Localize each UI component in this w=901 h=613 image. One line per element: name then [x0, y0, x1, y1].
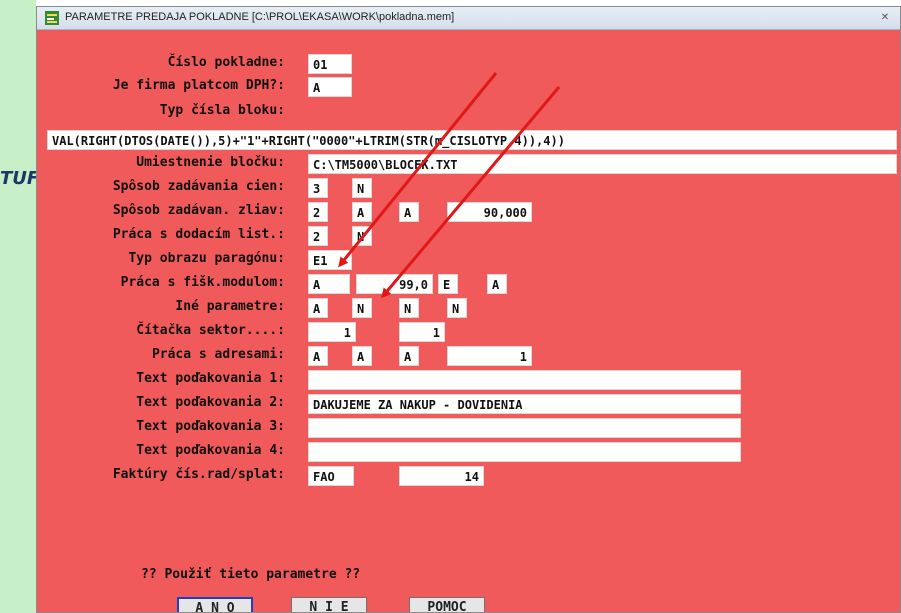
title-bar: PARAMETRE PREDAJA POKLADNE [C:\PROL\EKAS…: [37, 7, 900, 30]
label-adresy: Práca s adresami:: [151, 347, 285, 362]
ine-parametre-field-2[interactable]: N: [352, 298, 372, 318]
text-4-field[interactable]: [308, 442, 741, 462]
label-fisk-modul: Práca s fišk.modulom:: [120, 275, 285, 290]
adresy-field-4[interactable]: 1: [447, 346, 532, 366]
ine-parametre-field-3[interactable]: N: [399, 298, 419, 318]
sposob-cien-field-2[interactable]: N: [352, 178, 372, 198]
label-text-1: Text poďakovania 1:: [136, 371, 285, 386]
sposob-zliav-field-2[interactable]: A: [352, 202, 372, 222]
adresy-field-2[interactable]: A: [352, 346, 372, 366]
label-ine-parametre: Iné parametre:: [175, 299, 285, 314]
label-citacka: Čítačka sektor....:: [136, 323, 285, 338]
cislo-pokladne-field[interactable]: 01: [308, 54, 352, 74]
typ-obrazu-field[interactable]: E1: [308, 250, 352, 270]
sposob-zliav-field-3[interactable]: A: [399, 202, 419, 222]
label-cislo-pokladne: Číslo pokladne:: [167, 55, 285, 70]
nie-button[interactable]: N I E: [291, 597, 367, 612]
dialog-window: PARAMETRE PREDAJA POKLADNE [C:\PROL\EKAS…: [36, 6, 901, 613]
fisk-modul-field-1[interactable]: A: [308, 274, 350, 294]
adresy-field-3[interactable]: A: [399, 346, 419, 366]
label-dodaci-list: Práca s dodacím list.:: [112, 227, 285, 242]
app-icon: [45, 11, 59, 25]
label-text-2: Text poďakovania 2:: [136, 395, 285, 410]
faktury-field-2[interactable]: 14: [399, 466, 484, 486]
close-icon[interactable]: ✕: [876, 10, 894, 26]
label-text-3: Text poďakovania 3:: [136, 419, 285, 434]
typ-cisla-bloku-field[interactable]: VAL(RIGHT(DTOS(DATE()),5)+"1"+RIGHT("000…: [47, 130, 897, 150]
fisk-modul-field-2[interactable]: 99,0: [356, 274, 433, 294]
background-app-strip: [0, 0, 36, 613]
label-typ-cisla-bloku: Typ čísla bloku:: [159, 103, 285, 118]
dodaci-list-field-2[interactable]: N: [352, 226, 372, 246]
label-text-4: Text poďakovania 4:: [136, 443, 285, 458]
citacka-field-2[interactable]: 1: [399, 322, 445, 342]
text-1-field[interactable]: [308, 370, 741, 390]
ine-parametre-field-1[interactable]: A: [308, 298, 328, 318]
fisk-modul-field-3[interactable]: E: [438, 274, 458, 294]
label-typ-obrazu: Typ obrazu paragónu:: [128, 251, 285, 266]
pomoc-button[interactable]: POMOC: [409, 597, 485, 612]
background-app-text: TUF: [0, 168, 36, 189]
label-faktury: Faktúry čís.rad/splat:: [112, 467, 285, 482]
umiestnenie-blocku-field[interactable]: C:\TM5000\BLOCEK.TXT: [308, 154, 897, 174]
annotation-arrow-2: [381, 86, 561, 299]
text-2-field[interactable]: DAKUJEME ZA NAKUP - DOVIDENIA: [308, 394, 741, 414]
label-sposob-cien: Spôsob zadávania cien:: [112, 179, 285, 194]
fisk-modul-field-4[interactable]: A: [487, 274, 507, 294]
label-platca-dph: Je firma platcom DPH?:: [112, 78, 285, 93]
sposob-zliav-field-1[interactable]: 2: [308, 202, 328, 222]
label-umiestnenie-blocku: Umiestnenie bločku:: [136, 155, 285, 170]
confirm-question: ?? Použiť tieto parametre ??: [141, 567, 361, 582]
label-sposob-zliav: Spôsob zadávan. zliav:: [112, 203, 285, 218]
ine-parametre-field-4[interactable]: N: [447, 298, 467, 318]
ano-button[interactable]: A N O: [177, 597, 253, 612]
faktury-field-1[interactable]: FAO: [308, 466, 354, 486]
platca-dph-field[interactable]: A: [308, 77, 352, 97]
adresy-field-1[interactable]: A: [308, 346, 328, 366]
citacka-field-1[interactable]: 1: [308, 322, 356, 342]
sposob-zliav-field-4[interactable]: 90,000: [447, 202, 532, 222]
text-3-field[interactable]: [308, 418, 741, 438]
sposob-cien-field-1[interactable]: 3: [308, 178, 328, 198]
dodaci-list-field-1[interactable]: 2: [308, 226, 328, 246]
window-title: PARAMETRE PREDAJA POKLADNE [C:\PROL\EKAS…: [65, 11, 455, 23]
